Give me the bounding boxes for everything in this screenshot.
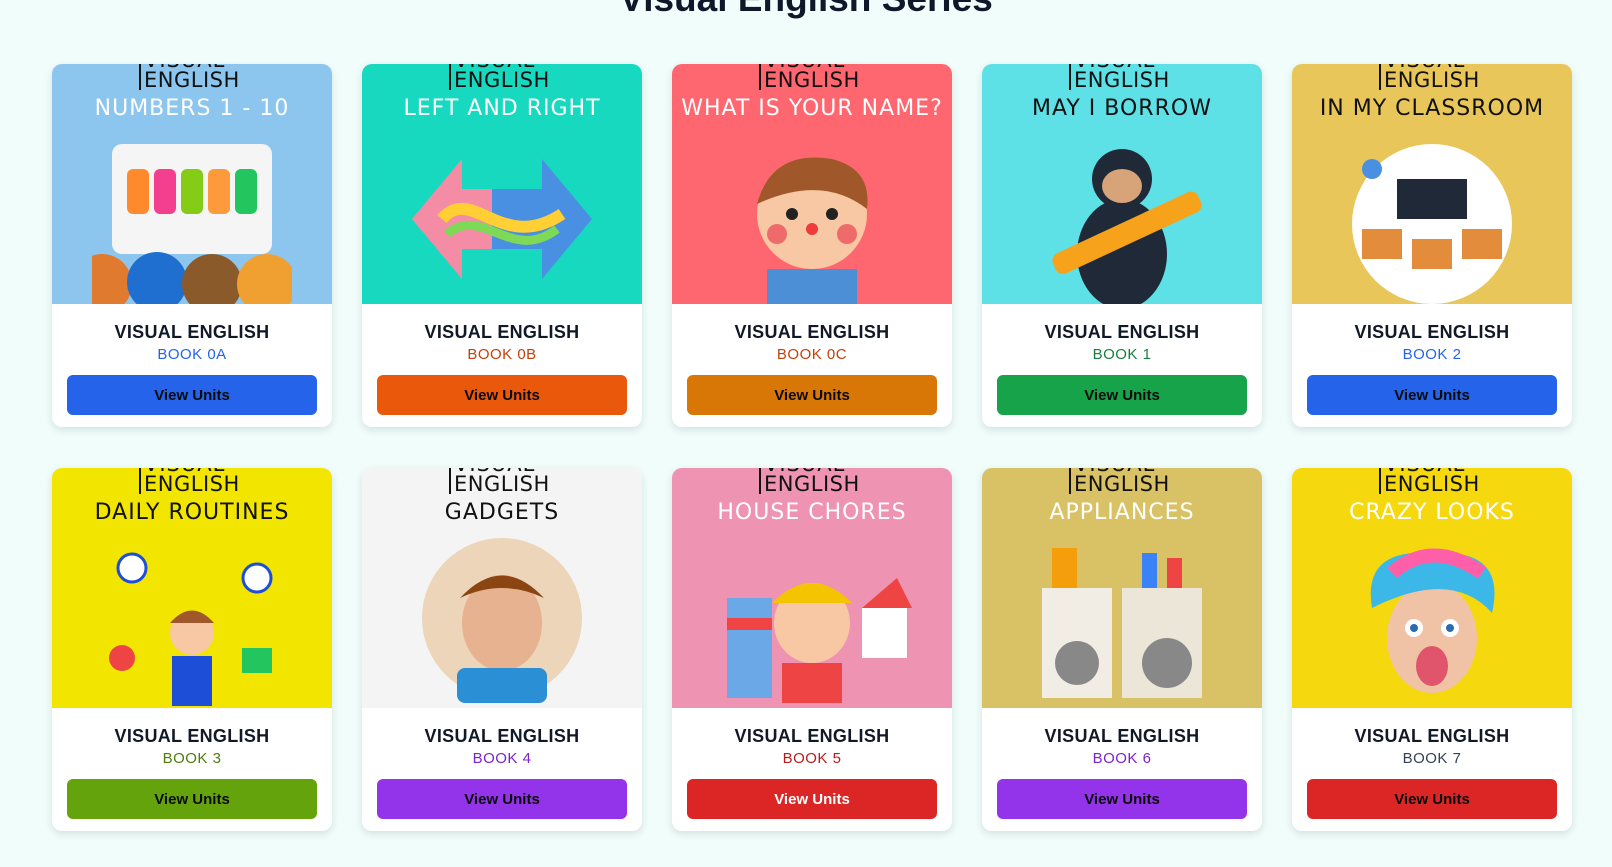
cover-logo-line2: ENGLISH [1074,472,1170,496]
book-label: BOOK 3 [162,750,222,767]
cover-logo: VISUAL ENGLISH [1379,64,1480,92]
series-name: VISUAL ENGLISH [1354,322,1510,342]
cover-logo-line2: ENGLISH [1384,472,1480,496]
cover-logo-line2: ENGLISH [144,472,240,496]
book-cover-image[interactable]: VISUAL ENGLISH APPLIANCES [982,468,1262,708]
cover-title: GADGETS [444,500,560,525]
cover-title: WHAT IS YOUR NAME? [681,96,943,121]
cover-title: MAY I BORROW [1032,96,1212,121]
cover-logo: VISUAL ENGLISH [139,64,240,92]
book-card: VISUAL ENGLISH LEFT AND RIGHT VISUAL ENG… [362,64,642,427]
cover-logo: VISUAL ENGLISH [449,64,550,92]
book-label: BOOK 5 [782,750,842,767]
numbers-icon [92,144,292,304]
book-cover-image[interactable]: VISUAL ENGLISH IN MY CLASSROOM [1292,64,1572,304]
monkey-icon [1052,149,1202,304]
cover-title: CRAZY LOOKS [1349,500,1515,525]
book-card: VISUAL ENGLISH APPLIANCES VISUAL ENGLISH… [982,468,1262,831]
cover-logo: VISUAL ENGLISH [759,64,860,92]
book-label: BOOK 1 [1092,346,1152,363]
book-cover-image[interactable]: VISUAL ENGLISH HOUSE CHORES [672,468,952,708]
view-units-button[interactable]: View Units [377,375,627,415]
book-label: BOOK 7 [1402,750,1462,767]
book-card: VISUAL ENGLISH GADGETS VISUAL ENGLISH BO… [362,468,642,831]
series-name: VISUAL ENGLISH [424,322,580,342]
cover-logo-line2: ENGLISH [764,472,860,496]
view-units-button[interactable]: View Units [997,779,1247,819]
cover-logo-line2: ENGLISH [1384,68,1480,92]
view-units-button[interactable]: View Units [1307,375,1557,415]
gamepad-icon [422,538,582,703]
book-cover-image[interactable]: VISUAL ENGLISH NUMBERS 1 - 10 [52,64,332,304]
book-card: VISUAL ENGLISH IN MY CLASSROOM VISUAL EN… [1292,64,1572,427]
view-units-button[interactable]: View Units [67,375,317,415]
view-units-button[interactable]: View Units [377,779,627,819]
cover-logo: VISUAL ENGLISH [139,468,240,496]
cover-logo-line2: ENGLISH [1074,68,1170,92]
cover-logo-line2: ENGLISH [454,472,550,496]
cover-title: NUMBERS 1 - 10 [94,96,290,121]
book-label: BOOK 2 [1402,346,1462,363]
classroom-icon [1352,144,1512,304]
book-label: BOOK 4 [472,750,532,767]
page-title: Visual English Series [0,0,1612,20]
book-card: VISUAL ENGLISH MAY I BORROW VISUAL ENGLI… [982,64,1262,427]
arrows-icon [412,159,592,279]
book-card: VISUAL ENGLISH NUMBERS 1 - 10 VISUAL ENG… [52,64,332,427]
series-name: VISUAL ENGLISH [1044,322,1200,342]
book-cover-image[interactable]: VISUAL ENGLISH WHAT IS YOUR NAME? [672,64,952,304]
book-cover-image[interactable]: VISUAL ENGLISH CRAZY LOOKS [1292,468,1572,708]
book-card: VISUAL ENGLISH CRAZY LOOKS VISUAL ENGLIS… [1292,468,1572,831]
cover-title: APPLIANCES [1049,500,1195,525]
cover-logo: VISUAL ENGLISH [449,468,550,496]
series-name: VISUAL ENGLISH [734,726,890,746]
house-icon [727,578,912,703]
cover-logo: VISUAL ENGLISH [1069,468,1170,496]
book-cover-image[interactable]: VISUAL ENGLISH DAILY ROUTINES [52,468,332,708]
book-cover-image[interactable]: VISUAL ENGLISH LEFT AND RIGHT [362,64,642,304]
cover-logo-line2: ENGLISH [144,68,240,92]
series-name: VISUAL ENGLISH [1044,726,1200,746]
view-units-button[interactable]: View Units [687,375,937,415]
cover-logo: VISUAL ENGLISH [1069,64,1170,92]
book-label: BOOK 6 [1092,750,1152,767]
view-units-button[interactable]: View Units [687,779,937,819]
cover-logo: VISUAL ENGLISH [759,468,860,496]
book-card: VISUAL ENGLISH DAILY ROUTINES VISUAL ENG… [52,468,332,831]
book-card: VISUAL ENGLISH HOUSE CHORES VISUAL ENGLI… [672,468,952,831]
cover-logo-line2: ENGLISH [454,68,550,92]
view-units-button[interactable]: View Units [1307,779,1557,819]
face-icon [1370,548,1495,693]
book-grid: VISUAL ENGLISH NUMBERS 1 - 10 VISUAL ENG… [52,64,1572,831]
cover-title: DAILY ROUTINES [94,500,290,525]
book-card: VISUAL ENGLISH WHAT IS YOUR NAME? VISUAL… [672,64,952,427]
washing-machine-icon [1042,548,1202,698]
book-label: BOOK 0B [467,346,537,363]
view-units-button[interactable]: View Units [997,375,1247,415]
book-label: BOOK 0C [776,346,848,363]
series-name: VISUAL ENGLISH [114,322,270,342]
book-cover-image[interactable]: VISUAL ENGLISH GADGETS [362,468,642,708]
clock-icon [109,552,273,706]
book-cover-image[interactable]: VISUAL ENGLISH MAY I BORROW [982,64,1262,304]
cover-title: LEFT AND RIGHT [403,96,601,121]
cover-logo-line2: ENGLISH [764,68,860,92]
series-name: VISUAL ENGLISH [114,726,270,746]
series-name: VISUAL ENGLISH [1354,726,1510,746]
cover-logo: VISUAL ENGLISH [1379,468,1480,496]
book-label: BOOK 0A [157,346,227,363]
boy-icon [757,157,868,304]
series-name: VISUAL ENGLISH [734,322,890,342]
cover-title: HOUSE CHORES [717,500,907,525]
view-units-button[interactable]: View Units [67,779,317,819]
series-name: VISUAL ENGLISH [424,726,580,746]
cover-title: IN MY CLASSROOM [1319,96,1545,121]
